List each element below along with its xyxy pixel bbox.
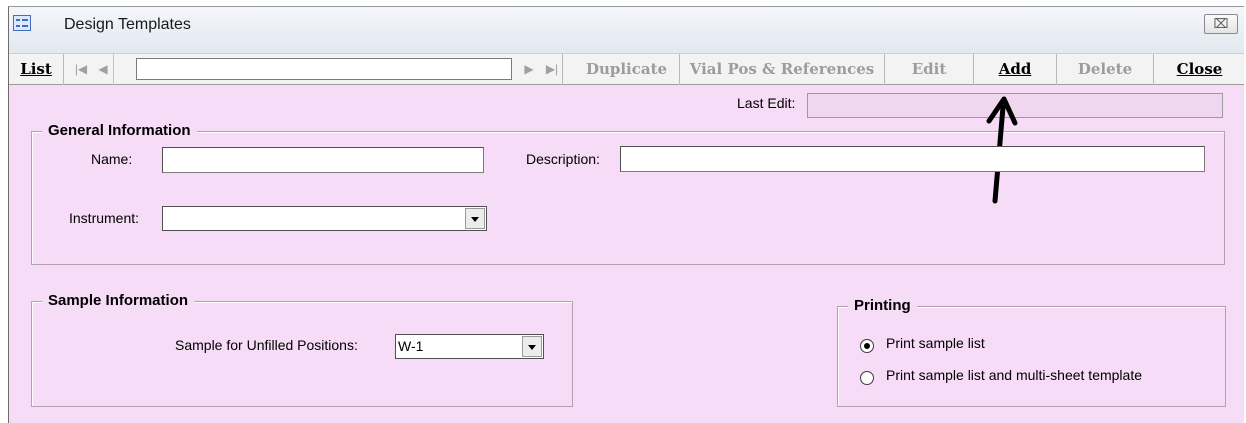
vial-pos-references-button[interactable]: Vial Pos & References	[680, 54, 885, 85]
description-input[interactable]	[620, 146, 1205, 172]
design-templates-window: Design Templates ⌧ List |◀ ◀ ▶ ▶| Duplic…	[8, 6, 1244, 423]
unfilled-positions-label: Sample for Unfilled Positions:	[175, 337, 358, 353]
delete-button[interactable]: Delete	[1057, 54, 1154, 85]
edit-button[interactable]: Edit	[885, 54, 974, 85]
name-label: Name:	[91, 151, 133, 167]
print-sample-list-label: Print sample list	[886, 335, 985, 351]
next-record-icon[interactable]: ▶	[519, 54, 539, 85]
last-edit-label: Last Edit:	[737, 95, 796, 111]
form-icon	[13, 15, 31, 31]
description-label: Description:	[526, 151, 600, 167]
close-button[interactable]: Close	[1154, 54, 1245, 85]
window-title: Design Templates	[64, 16, 191, 33]
close-label: Close	[1176, 60, 1223, 78]
print-sample-list-radio[interactable]	[860, 339, 874, 353]
title-bar: Design Templates ⌧	[9, 7, 1244, 54]
first-record-icon[interactable]: |◀	[71, 54, 91, 85]
print-multi-sheet-radio[interactable]	[860, 371, 874, 385]
add-button[interactable]: Add	[974, 54, 1057, 85]
list-label: List	[20, 60, 52, 78]
instrument-select[interactable]	[162, 206, 487, 231]
window-close-button[interactable]: ⌧	[1204, 14, 1238, 34]
printing-title: Printing	[848, 297, 917, 314]
record-selector-input[interactable]	[136, 58, 512, 80]
record-toolbar: List |◀ ◀ ▶ ▶| Duplicate Vial Pos & Refe…	[9, 53, 1244, 85]
print-multi-sheet-label: Print sample list and multi-sheet templa…	[886, 367, 1142, 383]
duplicate-button[interactable]: Duplicate	[574, 54, 680, 85]
add-label: Add	[998, 60, 1032, 78]
unfilled-positions-value: W-1	[398, 338, 424, 354]
sample-information-title: Sample Information	[42, 292, 195, 309]
prev-record-icon[interactable]: ◀	[93, 54, 114, 85]
unfilled-positions-select[interactable]: W-1	[395, 334, 544, 359]
chevron-down-icon[interactable]	[465, 208, 485, 229]
chevron-down-icon[interactable]	[522, 336, 542, 357]
general-information-title: General Information	[42, 122, 197, 139]
instrument-label: Instrument:	[69, 210, 140, 226]
printing-group: Printing	[837, 297, 1226, 407]
name-input[interactable]	[162, 147, 484, 173]
list-button[interactable]: List	[9, 54, 64, 85]
last-record-icon[interactable]: ▶|	[542, 54, 563, 85]
